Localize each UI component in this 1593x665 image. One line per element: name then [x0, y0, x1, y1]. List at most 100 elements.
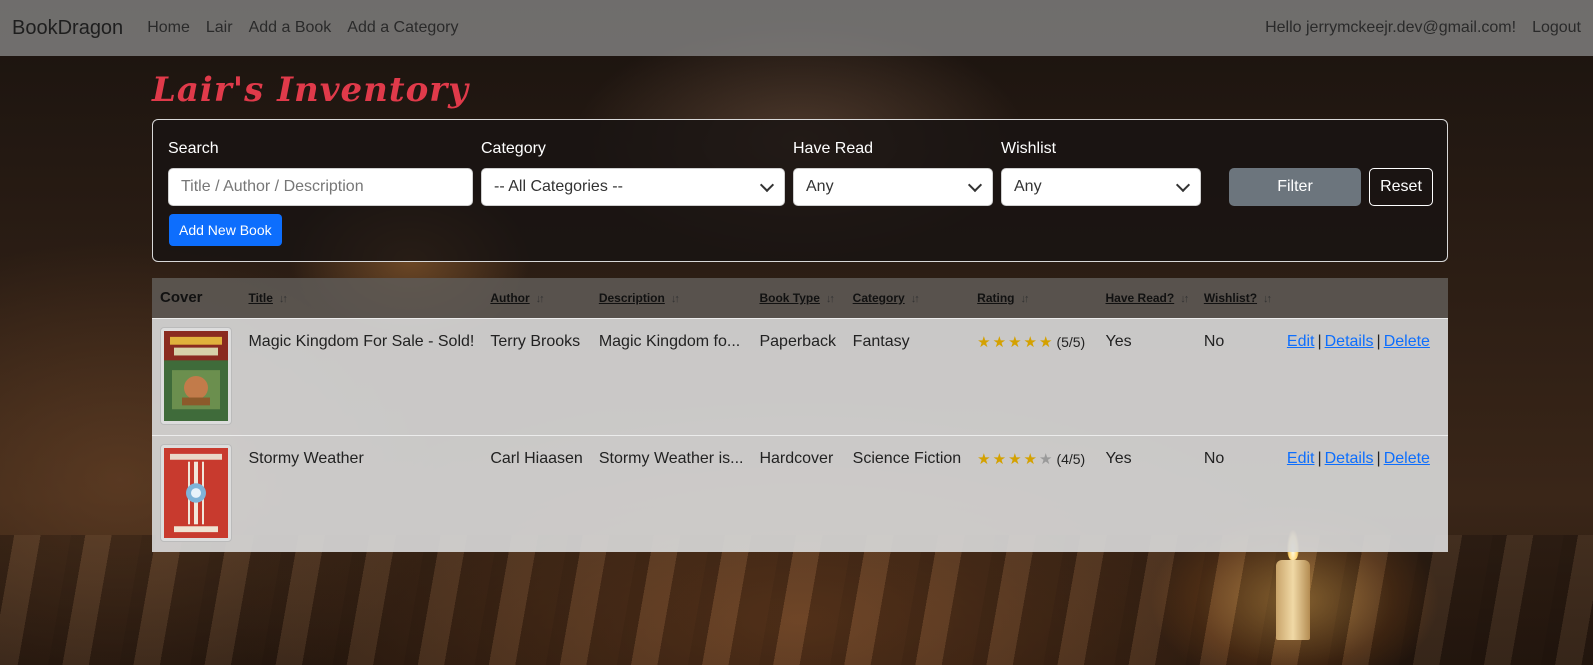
table-row: Stormy Weather Carl Hiaasen Stormy Weath…	[152, 435, 1448, 552]
chevron-down-icon	[1175, 177, 1191, 192]
cover-cell	[152, 318, 240, 435]
header-wishlist[interactable]: Wishlist? ↓↑	[1196, 278, 1279, 318]
header-book-type[interactable]: Book Type ↓↑	[751, 278, 844, 318]
action-separator: |	[1317, 332, 1322, 350]
edit-link[interactable]: Edit	[1287, 333, 1315, 350]
star-filled-icon: ★	[1038, 333, 1055, 351]
logout-link[interactable]: Logout	[1532, 19, 1581, 37]
nav-lair[interactable]: Lair	[206, 19, 233, 37]
sort-arrows-icon: ↓↑	[535, 292, 545, 305]
star-filled-icon: ★	[1023, 450, 1039, 468]
star-filled-icon: ★	[977, 333, 993, 351]
book-type-cell: Hardcover	[759, 449, 834, 467]
search-input[interactable]	[181, 169, 460, 205]
sort-arrows-icon: ↓↑	[1180, 292, 1189, 305]
category-label: Category	[481, 140, 546, 157]
header-category[interactable]: Category ↓↑	[845, 278, 970, 318]
title-cell: Magic Kingdom For Sale - Sold!	[248, 332, 475, 350]
wishlist-select[interactable]: Any	[1001, 168, 1201, 206]
inventory-table-container: Cover Title ↓↑ Author ↓↑ Description ↓↑ Boo…	[152, 278, 1448, 552]
wishlist-label: Wishlist	[1001, 140, 1057, 157]
have-read-cell: Yes	[1105, 332, 1132, 350]
description-cell: Magic Kingdom fo...	[598, 332, 741, 350]
title-cell: Stormy Weather	[248, 449, 364, 467]
star-filled-icon: ★	[977, 450, 993, 468]
header-title[interactable]: Title ↓↑	[240, 278, 482, 318]
book-cover-icon	[164, 330, 228, 421]
actions-cell: Edit | Details | Delete	[1279, 435, 1448, 552]
book-cover-icon	[164, 447, 228, 538]
sort-arrows-icon: ↓↑	[1020, 292, 1030, 305]
header-rating[interactable]: Rating ↓↑	[969, 278, 1097, 318]
star-filled-icon: ★	[1008, 450, 1024, 468]
header-cover: Cover	[160, 289, 203, 307]
star-rating: ★★★★★	[977, 334, 1054, 351]
add-new-book-button[interactable]: Add New Book	[169, 214, 282, 246]
rating-text: (5/5)	[1056, 333, 1086, 350]
sort-arrows-icon: ↓↑	[825, 292, 835, 305]
book-type-cell: Paperback	[759, 332, 836, 350]
nav-add-book[interactable]: Add a Book	[249, 19, 332, 37]
header-author[interactable]: Author ↓↑	[482, 278, 590, 318]
chevron-down-icon	[759, 177, 775, 192]
chevron-down-icon	[967, 177, 983, 192]
wishlist-cell: No	[1203, 332, 1225, 350]
reset-button[interactable]: Reset	[1369, 168, 1433, 206]
rating-cell: ★★★★★ (5/5)	[969, 318, 1097, 435]
background-books-texture	[0, 535, 1593, 665]
wishlist-select-value: Any	[1014, 178, 1042, 195]
category-select[interactable]: -- All Categories --	[481, 168, 785, 206]
header-description[interactable]: Description ↓↑	[591, 278, 752, 318]
edit-link[interactable]: Edit	[1287, 450, 1315, 467]
details-link[interactable]: Details	[1325, 333, 1374, 350]
actions-cell: Edit | Details | Delete	[1279, 318, 1448, 435]
author-cell: Terry Brooks	[490, 332, 581, 350]
rating-cell: ★★★★★ (4/5)	[969, 435, 1097, 552]
search-input-box[interactable]	[168, 168, 473, 206]
have-read-cell: Yes	[1105, 449, 1132, 467]
category-cell: Science Fiction	[852, 449, 962, 467]
rating-text: (4/5)	[1056, 450, 1086, 467]
user-greeting: Hello jerrymckeejr.dev@gmail.com!	[1265, 19, 1517, 36]
brand-link[interactable]: BookDragon	[12, 17, 123, 40]
delete-link[interactable]: Delete	[1384, 450, 1430, 467]
wishlist-cell: No	[1203, 449, 1225, 467]
star-filled-icon: ★	[1023, 333, 1039, 351]
description-cell: Stormy Weather is...	[598, 449, 744, 467]
search-label: Search	[168, 140, 219, 157]
star-rating: ★★★★★	[977, 451, 1054, 468]
header-have-read[interactable]: Have Read? ↓↑	[1098, 278, 1196, 318]
sort-arrows-icon: ↓↑	[1263, 292, 1272, 305]
book-cover-stormy-weather[interactable]	[160, 443, 232, 542]
candle-decoration	[1276, 560, 1310, 640]
header-actions	[1279, 278, 1448, 318]
cover-cell	[152, 435, 240, 552]
sort-arrows-icon: ↓↑	[670, 292, 680, 305]
details-link[interactable]: Details	[1325, 450, 1374, 467]
author-cell: Carl Hiaasen	[490, 449, 583, 467]
action-separator: |	[1317, 449, 1322, 467]
filter-panel: Search Category -- All Categories -- Hav…	[152, 119, 1448, 262]
star-filled-icon: ★	[992, 450, 1009, 468]
have-read-label: Have Read	[793, 140, 874, 157]
star-filled-icon: ★	[1008, 333, 1024, 351]
sort-arrows-icon: ↓↑	[910, 292, 920, 305]
star-empty-icon: ★	[1038, 450, 1055, 468]
have-read-select-value: Any	[806, 178, 834, 195]
navbar-user-area: Hello jerrymckeejr.dev@gmail.com! Logout	[1265, 19, 1581, 37]
book-cover-magic-kingdom[interactable]	[160, 326, 232, 425]
action-separator: |	[1376, 332, 1381, 350]
nav-add-category[interactable]: Add a Category	[347, 19, 458, 37]
sort-arrows-icon: ↓↑	[278, 292, 288, 305]
nav-home[interactable]: Home	[147, 19, 190, 37]
filter-button[interactable]: Filter	[1229, 168, 1361, 206]
inventory-table: Cover Title ↓↑ Author ↓↑ Description ↓↑ Boo…	[152, 278, 1448, 552]
table-header-row: Cover Title ↓↑ Author ↓↑ Description ↓↑ Boo…	[152, 278, 1448, 318]
have-read-select[interactable]: Any	[793, 168, 993, 206]
star-filled-icon: ★	[992, 333, 1009, 351]
category-cell: Fantasy	[852, 332, 910, 350]
page-title: Lair's Inventory	[152, 70, 469, 110]
table-row: Magic Kingdom For Sale - Sold! Terry Bro…	[152, 318, 1448, 435]
action-separator: |	[1376, 449, 1381, 467]
delete-link[interactable]: Delete	[1384, 333, 1430, 350]
